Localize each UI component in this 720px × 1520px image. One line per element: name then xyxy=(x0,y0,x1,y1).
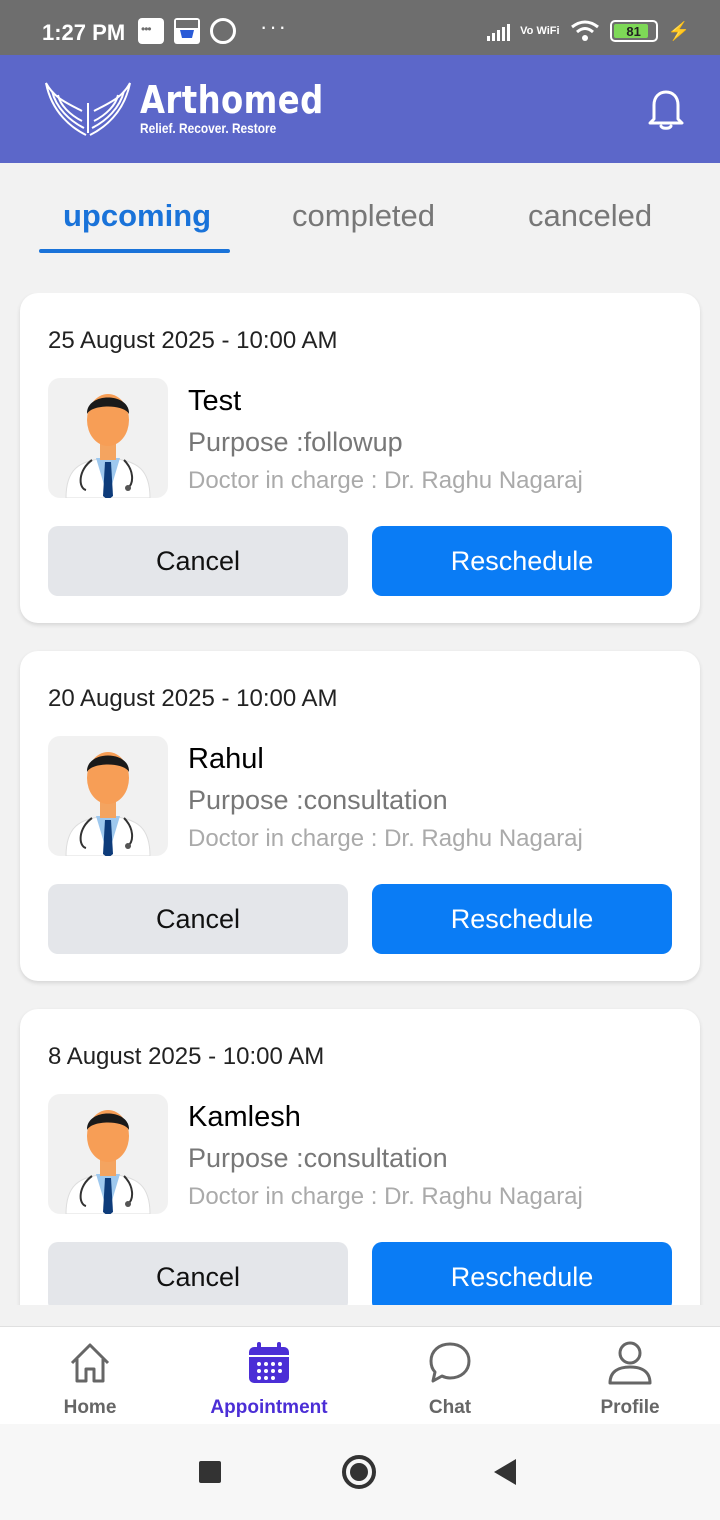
appointment-purpose: Purpose :consultation xyxy=(188,785,448,815)
appointment-datetime: 25 August 2025 - 10:00 AM xyxy=(48,327,338,354)
patient-name: Test xyxy=(188,385,242,417)
appointment-purpose: Purpose :followup xyxy=(188,427,403,457)
nav-home[interactable]: Home xyxy=(0,1339,180,1419)
reschedule-button[interactable]: Reschedule xyxy=(372,884,672,954)
notification-bell-icon[interactable] xyxy=(646,87,686,131)
status-time: 1:27 PM xyxy=(42,20,126,45)
reschedule-button[interactable]: Reschedule xyxy=(372,1242,672,1305)
doctor-in-charge: Doctor in charge : Dr. Raghu Nagaraj xyxy=(188,467,583,494)
tab-upcoming[interactable]: upcoming xyxy=(63,198,211,234)
wifi-icon xyxy=(570,20,599,41)
person-icon xyxy=(608,1341,652,1385)
appointment-card: 25 August 2025 - 10:00 AM Test Purpose :… xyxy=(20,293,700,623)
tab-canceled[interactable]: canceled xyxy=(528,198,652,234)
back-triangle-icon[interactable] xyxy=(494,1459,516,1485)
more-notifications-icon: ··· xyxy=(260,14,288,39)
doctor-avatar xyxy=(48,736,168,856)
nav-profile-label: Profile xyxy=(600,1397,660,1418)
doctor-in-charge: Doctor in charge : Dr. Raghu Nagaraj xyxy=(188,825,583,852)
calendar-icon xyxy=(249,1342,289,1383)
battery-icon: 81 xyxy=(609,20,658,42)
appointment-list[interactable]: 25 August 2025 - 10:00 AM Test Purpose :… xyxy=(0,293,720,1305)
nav-appointment[interactable]: Appointment xyxy=(179,1339,359,1419)
recent-apps-icon[interactable] xyxy=(199,1461,221,1483)
brand-name: Arthomed xyxy=(140,78,324,122)
nav-appointment-label: Appointment xyxy=(210,1397,328,1418)
tab-completed[interactable]: completed xyxy=(292,198,435,234)
bottom-navigation: Home Appointment Chat Profile xyxy=(0,1326,720,1424)
nav-chat[interactable]: Chat xyxy=(360,1339,540,1419)
system-navigation-bar xyxy=(0,1424,720,1520)
amazon-notification-icon xyxy=(174,18,200,44)
sync-notification-icon xyxy=(210,18,236,44)
chat-icon xyxy=(429,1342,471,1383)
vowifi-indicator: Vo WiFi xyxy=(520,25,560,37)
active-tab-indicator xyxy=(39,249,230,253)
battery-level: 81 xyxy=(626,23,641,39)
message-notification-icon xyxy=(138,18,164,44)
doctor-avatar xyxy=(48,1094,168,1214)
patient-name: Rahul xyxy=(188,743,264,775)
home-icon xyxy=(70,1343,110,1383)
appointment-datetime: 8 August 2025 - 10:00 AM xyxy=(48,1043,325,1070)
nav-home-label: Home xyxy=(63,1397,117,1418)
nav-profile[interactable]: Profile xyxy=(540,1339,720,1419)
nav-chat-label: Chat xyxy=(428,1397,472,1418)
cancel-button[interactable]: Cancel xyxy=(48,1242,348,1305)
appointment-card: 8 August 2025 - 10:00 AM Kamlesh Purpose… xyxy=(20,1009,700,1305)
reschedule-button[interactable]: Reschedule xyxy=(372,526,672,596)
cancel-button[interactable]: Cancel xyxy=(48,526,348,596)
brand-tagline: Relief. Recover. Restore xyxy=(140,120,277,136)
status-bar: 1:27 PM ··· Vo WiFi 81 ⚡ xyxy=(0,0,720,55)
home-circle-icon[interactable] xyxy=(342,1455,376,1489)
charging-icon: ⚡ xyxy=(667,20,690,41)
app-header: Arthomed Relief. Recover. Restore xyxy=(0,55,720,163)
appointment-purpose: Purpose :consultation xyxy=(188,1143,448,1173)
doctor-avatar xyxy=(48,378,168,498)
appointment-datetime: 20 August 2025 - 10:00 AM xyxy=(48,685,338,712)
signal-icon xyxy=(487,21,511,41)
patient-name: Kamlesh xyxy=(188,1101,301,1133)
doctor-in-charge: Doctor in charge : Dr. Raghu Nagaraj xyxy=(188,1183,583,1210)
cancel-button[interactable]: Cancel xyxy=(48,884,348,954)
app-logo: Arthomed Relief. Recover. Restore xyxy=(42,73,356,143)
appointment-card: 20 August 2025 - 10:00 AM Rahul Purpose … xyxy=(20,651,700,981)
appointment-tabs: upcoming completed canceled xyxy=(0,190,720,260)
wings-logo-icon xyxy=(45,82,131,136)
